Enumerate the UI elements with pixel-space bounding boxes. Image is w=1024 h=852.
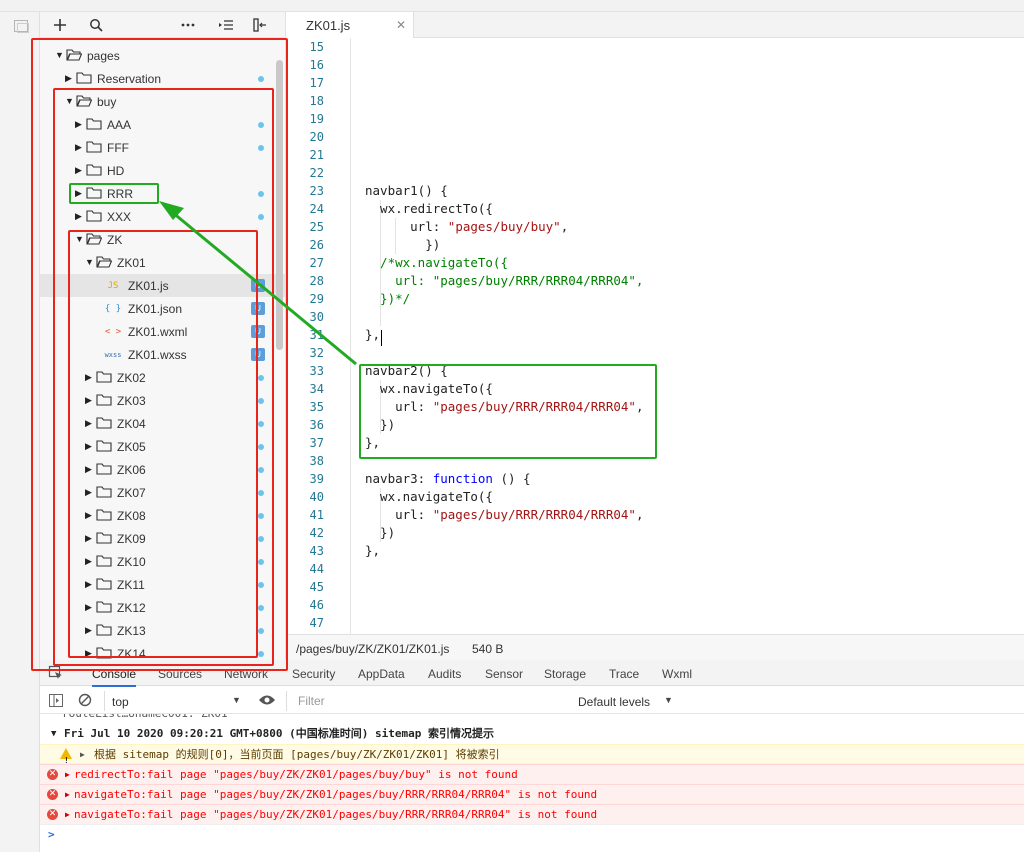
annotation-arrow-icon (159, 201, 357, 366)
